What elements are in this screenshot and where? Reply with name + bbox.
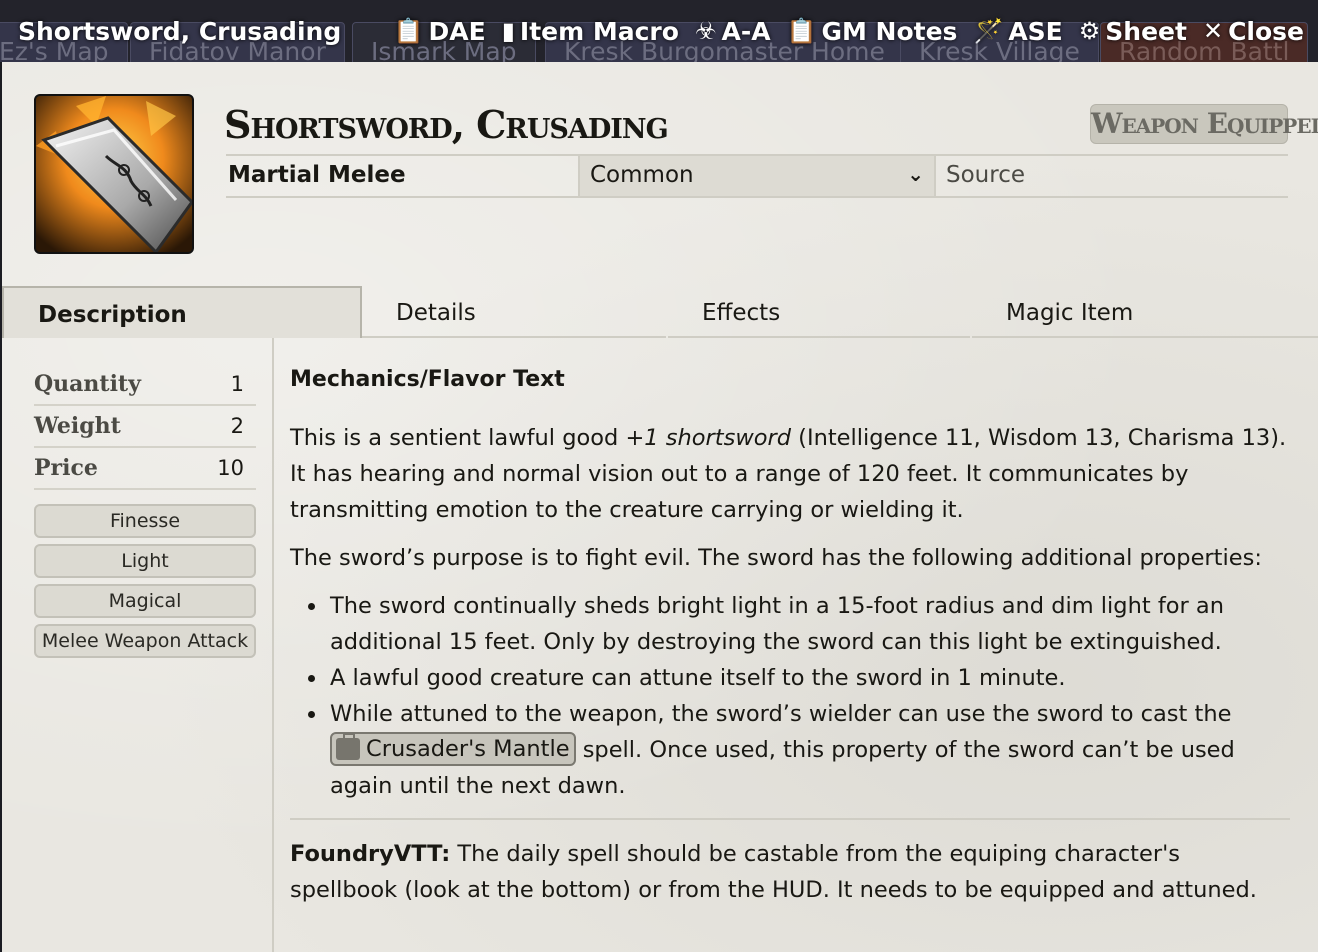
tab-effects[interactable]: Effects [668, 286, 970, 338]
property-tag: Finesse [34, 504, 256, 538]
sheet-button[interactable]: ⚙ Sheet [1079, 17, 1187, 46]
suitcase-icon [336, 732, 360, 760]
quantity-value[interactable]: 1 [231, 372, 244, 396]
tab-description[interactable]: Description [2, 286, 362, 338]
rarity-value: Common [590, 162, 694, 188]
item-meta-row: Martial Melee Common ⌄ Source [226, 154, 1288, 198]
sheet-label: Sheet [1105, 16, 1187, 46]
gm-notes-label: GM Notes [821, 16, 958, 46]
window-controls: 📋 DAE ▮ Item Macro ☣ A-A 📋 GM Notes 🪄 ASE ⚙ Sh… [394, 17, 1304, 46]
item-properties-sidebar: Quantity 1 Weight 2 Price 10 Finesse Lig… [34, 364, 256, 664]
spell-link-label: Crusader's Mantle [366, 735, 570, 762]
item-type: Martial Melee [228, 162, 406, 188]
list-item: While attuned to the weapon, the sword’s… [328, 696, 1290, 804]
weight-label: Weight [34, 413, 121, 439]
text-run: This is a sentient lawful good [290, 425, 626, 451]
description-paragraph: The sword’s purpose is to fight evil. Th… [290, 545, 1262, 571]
tab-details[interactable]: Details [362, 286, 666, 338]
close-icon: ✕ [1202, 17, 1224, 45]
close-button[interactable]: ✕ Close [1203, 17, 1304, 46]
item-name[interactable]: Shortsword, Crusading [224, 102, 669, 147]
spell-link[interactable]: Crusader's Mantle [330, 731, 576, 766]
magic-wand-icon: 🪄 [973, 17, 1004, 45]
item-macro-label: Item Macro [519, 16, 679, 46]
property-tag: Magical [34, 584, 256, 618]
property-tags: Finesse Light Magical Melee Weapon Attac… [34, 504, 256, 658]
item-status-badge: Weapon Equipped [1090, 104, 1318, 144]
weight-value[interactable]: 2 [231, 414, 244, 438]
close-label: Close [1228, 16, 1304, 46]
foundry-label: FoundryVTT: [290, 841, 451, 867]
ase-button[interactable]: 🪄 ASE [973, 17, 1062, 46]
sidebar-divider [272, 338, 274, 952]
quantity-label: Quantity [34, 371, 141, 397]
clipboard-icon: 📋 [786, 17, 817, 45]
quantity-row: Quantity 1 [34, 364, 256, 406]
description-heading: Mechanics/Flavor Text [290, 367, 565, 392]
gear-icon: ⚙ [1078, 17, 1101, 45]
price-label: Price [34, 455, 98, 481]
item-macro-button[interactable]: ▮ Item Macro [502, 17, 679, 46]
sheet-tabs: Description Details Effects Magic Item [2, 286, 1318, 338]
shortsword-icon [36, 96, 192, 252]
sd-card-icon: ▮ [501, 17, 515, 45]
description-paragraph: This is a sentient lawful good +1 shorts… [290, 420, 1290, 528]
property-tag: Light [34, 544, 256, 578]
window-title: Shortsword, Crusading [18, 16, 342, 46]
list-item: The sword continually sheds bright light… [328, 588, 1290, 660]
property-tag: Melee Weapon Attack [34, 624, 256, 658]
price-row: Price 10 [34, 448, 256, 490]
item-sheet: Shortsword, Crusading Weapon Equipped Ma… [2, 62, 1318, 952]
text-run: While attuned to the weapon, the sword’s… [330, 701, 1232, 727]
weight-row: Weight 2 [34, 406, 256, 448]
ase-label: ASE [1008, 16, 1063, 46]
source-field[interactable]: Source [946, 162, 1025, 188]
a-a-label: A-A [721, 16, 771, 46]
window-header[interactable]: Shortsword, Crusading 📋 DAE ▮ Item Macro ☣… [0, 0, 1318, 62]
item-description[interactable]: Mechanics/Flavor Text This is a sentient… [290, 362, 1290, 920]
list-item: A lawful good creature can attune itself… [328, 660, 1290, 696]
dae-label: DAE [428, 16, 486, 46]
divider [290, 818, 1290, 820]
gm-notes-button[interactable]: 📋 GM Notes [787, 17, 958, 46]
clipboard-icon: 📋 [393, 17, 424, 45]
a-a-button[interactable]: ☣ A-A [695, 17, 771, 46]
chevron-down-icon: ⌄ [907, 162, 924, 186]
tab-magic-item[interactable]: Magic Item [972, 286, 1318, 338]
foundry-note: FoundryVTT: The daily spell should be ca… [290, 836, 1290, 908]
property-list: The sword continually sheds bright light… [328, 588, 1290, 804]
price-value[interactable]: 10 [217, 456, 244, 480]
dae-button[interactable]: 📋 DAE [394, 17, 486, 46]
item-image[interactable] [34, 94, 194, 254]
rarity-select[interactable]: Common ⌄ [578, 156, 936, 196]
biohazard-icon: ☣ [694, 17, 717, 45]
text-run-italic: +1 shortsword [625, 425, 792, 451]
